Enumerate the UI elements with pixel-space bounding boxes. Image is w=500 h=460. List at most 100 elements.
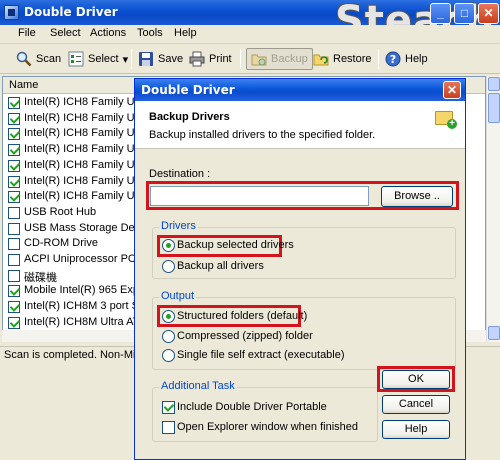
save-label: Save — [158, 53, 184, 65]
row-label: Intel(R) ICH8 Family USB — [24, 174, 150, 187]
backup-label: Backup — [271, 53, 308, 65]
svg-text:?: ? — [390, 53, 396, 66]
row-label: Intel(R) ICH8M Ultra ATA — [24, 315, 146, 328]
open-explorer-checkbox[interactable] — [162, 421, 175, 434]
save-button[interactable]: Save — [138, 48, 183, 70]
dialog-description: Backup installed drivers to the specifie… — [149, 129, 376, 141]
row-checkbox[interactable] — [8, 285, 20, 298]
floppy-disk-icon — [138, 51, 154, 67]
additional-task-group: Additional Task — [152, 380, 378, 442]
row-checkbox[interactable] — [8, 316, 20, 329]
backup-all-radio[interactable] — [162, 260, 175, 273]
menu-tools[interactable]: Tools — [137, 27, 163, 39]
dialog-title-bar[interactable]: Double Driver ✕ — [135, 79, 465, 101]
close-button[interactable]: ✕ — [478, 3, 499, 24]
select-label: Select — [88, 53, 119, 65]
self-extract-label[interactable]: Single file self extract (executable) — [177, 349, 345, 361]
scroll-thumb[interactable] — [488, 93, 500, 123]
scroll-up-arrow[interactable] — [488, 77, 500, 91]
row-checkbox[interactable] — [8, 238, 20, 251]
select-list-icon — [68, 51, 84, 67]
vertical-scrollbar[interactable] — [486, 76, 500, 342]
menu-file[interactable]: File — [18, 27, 36, 39]
dialog-header: Backup Drivers Backup installed drivers … — [135, 101, 465, 149]
row-label: Intel(R) ICH8M 3 port Se — [24, 300, 146, 313]
window-title: Double Driver — [24, 5, 118, 19]
menu-bar: File Select Actions Tools Help — [0, 25, 500, 44]
self-extract-radio[interactable] — [162, 349, 175, 362]
row-checkbox[interactable] — [8, 175, 20, 188]
row-label: ACPI Uniprocessor PC — [24, 253, 136, 265]
row-label: Intel(R) ICH8 Family USB — [24, 158, 150, 171]
compressed-folder-radio[interactable] — [162, 330, 175, 343]
scan-label: Scan — [36, 53, 62, 65]
open-explorer-label[interactable]: Open Explorer window when finished — [177, 421, 358, 433]
restore-button[interactable]: Restore — [313, 48, 372, 70]
help-button[interactable]: Help — [382, 420, 450, 439]
column-header-name[interactable]: Name — [9, 79, 38, 91]
toolbar-separator — [240, 49, 241, 69]
menu-help[interactable]: Help — [174, 27, 197, 39]
structured-folders-label[interactable]: Structured folders (default) — [177, 310, 307, 322]
include-portable-label[interactable]: Include Double Driver Portable — [177, 401, 327, 413]
row-checkbox[interactable] — [8, 97, 20, 109]
row-label: Intel(R) ICH8 Family USB — [24, 111, 150, 124]
status-text: Scan is completed. Non-Micro — [4, 349, 151, 361]
browse-button[interactable]: Browse .. — [381, 186, 453, 207]
scroll-down-arrow[interactable] — [488, 326, 500, 340]
drivers-group-title: Drivers — [159, 220, 198, 232]
row-checkbox[interactable] — [8, 301, 20, 314]
dialog-heading: Backup Drivers — [149, 111, 230, 123]
row-checkbox[interactable] — [8, 112, 20, 125]
row-checkbox[interactable] — [8, 144, 20, 157]
row-checkbox[interactable] — [8, 191, 20, 204]
toolbar-separator — [378, 49, 379, 69]
backup-dialog: Double Driver ✕ Backup Drivers Backup in… — [134, 78, 466, 460]
row-checkbox[interactable] — [8, 128, 20, 141]
chevron-down-icon: ▾ — [122, 53, 129, 66]
app-icon — [4, 5, 19, 20]
backup-selected-label[interactable]: Backup selected drivers — [177, 239, 294, 251]
help-toolbar-button[interactable]: ? Help — [385, 48, 428, 70]
help-label: Help — [405, 53, 428, 65]
maximize-button[interactable]: □ — [454, 3, 475, 24]
print-label: Print — [209, 53, 232, 65]
backup-selected-radio[interactable] — [162, 239, 175, 252]
output-group-title: Output — [159, 290, 197, 302]
row-label: USB Root Hub — [24, 205, 97, 218]
restore-label: Restore — [333, 53, 372, 65]
destination-field[interactable] — [150, 186, 369, 206]
row-checkbox[interactable] — [8, 206, 20, 219]
cancel-button[interactable]: Cancel — [382, 395, 450, 414]
ok-button[interactable]: OK — [382, 370, 450, 389]
minimize-button[interactable]: _ — [430, 3, 451, 24]
toolbar-separator — [131, 49, 132, 69]
backup-all-label[interactable]: Backup all drivers — [177, 260, 264, 272]
menu-select[interactable]: Select — [50, 27, 81, 39]
row-checkbox[interactable] — [8, 159, 20, 172]
compressed-folder-label[interactable]: Compressed (zipped) folder — [177, 330, 313, 342]
dialog-title: Double Driver — [141, 83, 235, 97]
row-checkbox[interactable] — [8, 254, 20, 266]
include-portable-checkbox[interactable] — [162, 401, 175, 414]
dialog-close-button[interactable]: ✕ — [443, 81, 461, 99]
folder-add-icon — [435, 111, 457, 129]
row-label: Intel(R) ICH8 Family USB — [24, 190, 150, 203]
title-bar[interactable]: Double Driver Steach _ □ ✕ — [0, 0, 500, 44]
select-button[interactable]: Select ▾ — [68, 48, 128, 70]
row-checkbox[interactable] — [8, 222, 20, 235]
row-checkbox[interactable] — [8, 269, 20, 282]
additional-task-title: Additional Task — [159, 380, 237, 392]
printer-icon — [189, 51, 205, 67]
structured-folders-radio[interactable] — [162, 310, 175, 323]
toolbar: Scan Select ▾ Save Print Backup Restore … — [0, 44, 500, 74]
destination-label: Destination : — [149, 168, 211, 180]
scan-button[interactable]: Scan — [16, 48, 61, 70]
folder-backup-icon — [251, 51, 267, 67]
menu-actions[interactable]: Actions — [90, 27, 126, 39]
row-label: CD-ROM Drive — [24, 237, 98, 250]
row-label: Mobile Intel(R) 965 Expre — [24, 284, 149, 297]
print-button[interactable]: Print — [189, 48, 232, 70]
row-label: Intel(R) ICH8 Family USB — [24, 143, 150, 156]
backup-button[interactable]: Backup — [246, 48, 313, 70]
